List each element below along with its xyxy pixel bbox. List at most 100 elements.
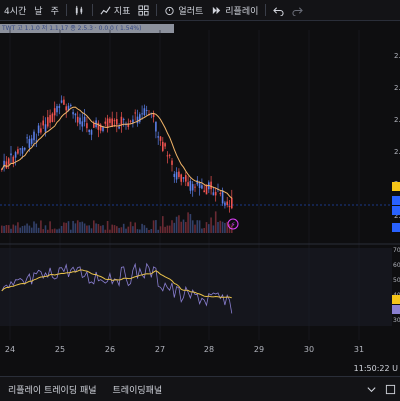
candle-body-66 (152, 114, 155, 118)
bar-style-button[interactable] (70, 0, 89, 20)
volume-bar-40 (93, 220, 95, 233)
volume-bar-52 (120, 227, 123, 233)
candle-body-73 (168, 154, 171, 156)
candle-body-57 (132, 119, 134, 123)
volume-bar-8 (19, 227, 21, 233)
toolbar-divider (156, 4, 158, 16)
candle-body-63 (145, 110, 148, 112)
candle-body-74 (171, 160, 173, 165)
candle-body-45 (104, 121, 107, 124)
volume-bar-56 (129, 221, 132, 233)
candle-body-52 (120, 116, 123, 126)
interval-day-label: 날 (34, 6, 43, 17)
volume-bar-23 (53, 228, 56, 233)
time-axis-tick-0: 24 (5, 345, 15, 354)
undo-button[interactable] (269, 0, 288, 20)
candle-body-30 (70, 104, 72, 106)
volume-bar-96 (221, 221, 224, 233)
price-tag-blue-3 (392, 223, 400, 232)
toolbar-divider (265, 4, 267, 16)
time-axis-tick-2: 26 (105, 345, 115, 354)
volume-bar-89 (205, 222, 208, 233)
volume-bar-2 (5, 225, 8, 233)
volume-bar-91 (210, 217, 212, 233)
candle-body-19 (44, 124, 47, 132)
volume-bar-70 (162, 216, 164, 233)
candle-body-38 (88, 129, 90, 132)
templates-button[interactable] (134, 0, 153, 20)
volume-bar-24 (56, 229, 58, 233)
volume-bar-35 (81, 221, 84, 233)
time-axis-tick-3: 27 (155, 345, 165, 354)
indicators-label: 지표 (113, 6, 131, 17)
volume-bar-6 (14, 225, 17, 233)
indicators-button[interactable]: 지표 (96, 0, 135, 20)
trading-panel-tab[interactable]: 트레이딩패널 (105, 383, 171, 396)
candle-body-61 (141, 113, 143, 115)
chevron-down-button[interactable] (362, 379, 381, 399)
volume-bar-29 (67, 221, 70, 233)
volume-bar-71 (164, 226, 166, 233)
volume-bar-41 (95, 223, 97, 233)
volume-bar-11 (26, 223, 28, 233)
replay-trading-panel-tab[interactable]: 리플레이 트레이딩 패널 (0, 383, 105, 396)
volume-bar-90 (208, 224, 210, 233)
candle-body-35 (81, 121, 84, 127)
candle-body-95 (219, 193, 222, 195)
volume-bar-69 (159, 226, 162, 233)
volume-bar-81 (187, 212, 189, 233)
volume-bar-85 (196, 220, 199, 233)
maximize-panel-button[interactable] (381, 379, 400, 399)
volume-bar-9 (21, 225, 24, 233)
chart-clock[interactable]: 11:50:22 U (354, 364, 400, 373)
candle-body-39 (90, 130, 93, 135)
replay-label: 리플레이 (225, 6, 259, 17)
price-axis-tick-1: 2. (394, 84, 400, 92)
candle-body-76 (175, 172, 178, 180)
candle-body-32 (74, 113, 77, 116)
time-axis-tick-1: 25 (55, 345, 65, 354)
candle-body-68 (157, 136, 159, 138)
volume-bar-25 (58, 228, 61, 233)
volume-bar-44 (102, 225, 104, 233)
redo-icon (292, 6, 304, 16)
candle-body-31 (72, 112, 74, 115)
volume-bar-84 (194, 224, 196, 233)
volume-bar-51 (118, 227, 120, 233)
alert-button[interactable]: 얼러트 (160, 0, 207, 20)
volume-bar-31 (72, 220, 74, 233)
candle-body-7 (17, 149, 19, 154)
volume-bar-49 (113, 225, 116, 233)
replay-icon (213, 6, 221, 14)
interval-selector[interactable]: 4시간 (0, 0, 30, 20)
volume-bar-0 (1, 225, 3, 233)
candle-body-4 (10, 153, 12, 156)
candle-body-37 (86, 123, 88, 129)
replay-button[interactable]: 리플레이 (207, 0, 262, 20)
candle-body-22 (51, 113, 54, 123)
volume-bar-88 (203, 227, 205, 233)
volume-bar-72 (166, 225, 169, 233)
price-chart[interactable]: 2425262728293031 2.2.2.2.2.2. 7060504030… (0, 20, 400, 376)
price-tag-blue-2 (392, 206, 400, 215)
candle-body-47 (109, 118, 111, 123)
candle-body-86 (198, 182, 201, 189)
redo-button[interactable] (288, 0, 307, 20)
interval-label: 4시간 (4, 6, 27, 17)
interval-day[interactable]: 날 (30, 0, 46, 20)
chevron-down-icon (367, 386, 376, 392)
candle-body-50 (116, 119, 118, 125)
candle-body-42 (97, 122, 100, 130)
candle-body-25 (58, 106, 61, 108)
candle-body-53 (122, 118, 125, 120)
volume-bar-73 (168, 225, 171, 233)
interval-week[interactable]: 주 (47, 0, 63, 20)
volume-bar-54 (125, 228, 127, 233)
indicators-icon (100, 6, 111, 14)
volume-bar-79 (182, 219, 185, 233)
candle-body-100 (231, 197, 233, 209)
candle-body-58 (134, 112, 136, 114)
undo-icon (273, 6, 284, 16)
volume-bar-75 (173, 222, 176, 233)
volume-bar-83 (191, 220, 194, 233)
